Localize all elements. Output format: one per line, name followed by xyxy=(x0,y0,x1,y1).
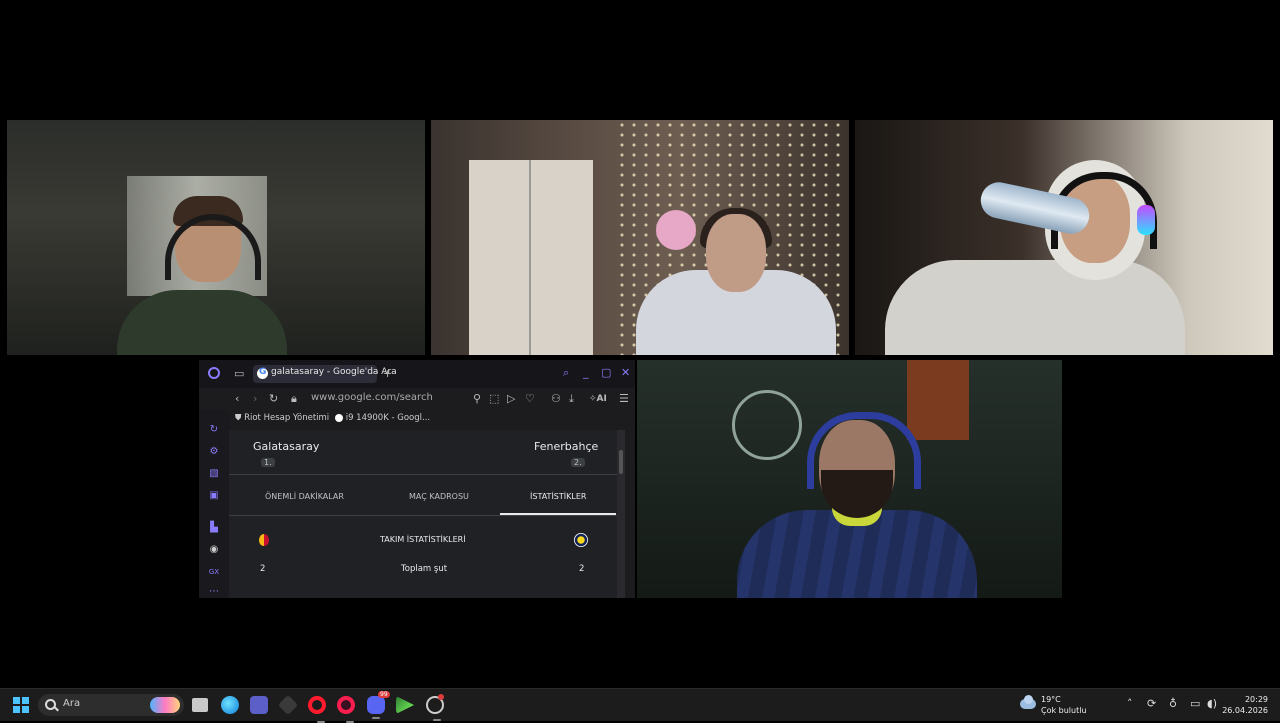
clock-time[interactable]: 20:29 xyxy=(1245,695,1268,704)
participant-video xyxy=(885,160,1185,355)
match-stats-panel: Galatasaray 1. Fenerbahçe 2. ÖNEMLİ DAKİ… xyxy=(229,430,617,598)
tab-menu-icon[interactable]: ▭ xyxy=(234,367,244,381)
video-tile-participant-3[interactable] xyxy=(855,120,1273,355)
back-icon[interactable]: ‹ xyxy=(235,392,239,406)
menu-icon[interactable]: ☰ xyxy=(619,392,629,406)
team-stats-header: TAKIM İSTATİSTİKLERİ xyxy=(380,535,466,544)
away-team-rank: 2. xyxy=(571,458,585,467)
pin-icon[interactable]: ⚲ xyxy=(473,392,481,406)
volume-icon[interactable]: ◖) xyxy=(1207,698,1217,710)
heart-icon[interactable]: ♡ xyxy=(525,392,535,406)
cloud-weather-icon[interactable] xyxy=(1018,695,1038,711)
maximize-icon[interactable]: ▢ xyxy=(601,366,611,380)
messenger-icon[interactable]: ▣ xyxy=(208,490,220,502)
stat-away-value: 2 xyxy=(579,564,585,574)
gx-icon[interactable]: GX xyxy=(208,566,220,578)
workspace-icon[interactable]: ▧ xyxy=(208,468,220,480)
reload-icon[interactable]: ↻ xyxy=(269,392,278,406)
wardrobe xyxy=(469,160,593,355)
tab-google-search[interactable]: galatasaray - Google'da Ara xyxy=(253,365,397,383)
tab-statistics[interactable]: İSTATİSTİKLER xyxy=(530,492,586,501)
home-team-name[interactable]: Galatasaray xyxy=(253,440,319,453)
ai-button[interactable]: ✧AI xyxy=(589,392,607,406)
forward-icon[interactable]: › xyxy=(253,392,257,406)
video-tile-participant-2[interactable] xyxy=(431,120,849,355)
app-gear-icon[interactable] xyxy=(426,694,444,721)
speed-dial-icon[interactable]: ↻ xyxy=(208,424,220,436)
nvidia-icon[interactable] xyxy=(396,696,414,714)
bookmark-i9[interactable]: i9 14900K - Googl... xyxy=(335,413,430,423)
participant-video xyxy=(636,208,836,355)
home-team-rank: 1. xyxy=(261,458,275,467)
camera-feed xyxy=(637,360,1062,598)
clock-date[interactable]: 26.04.2026 xyxy=(1222,706,1268,715)
app-hex-icon[interactable] xyxy=(277,694,299,716)
opera-icon[interactable] xyxy=(308,696,326,723)
discord-icon[interactable]: 99 xyxy=(367,691,390,719)
discord-sidebar-icon[interactable]: ◉ xyxy=(208,544,220,556)
network-icon[interactable]: ▭ xyxy=(1190,698,1200,710)
windows-taskbar: Ara 99 19°C Çok bulutlu ˄ ⟳ ♁ ▭ ◖) 20:29… xyxy=(0,688,1280,723)
edge-icon[interactable] xyxy=(221,696,239,714)
search-highlight-icon xyxy=(150,697,180,713)
camera-feed xyxy=(431,120,849,355)
page-scrollbar[interactable] xyxy=(617,430,625,598)
browser-tab-bar: ▭ galatasaray - Google'da Ara + ⌕ _ ▢ ✕ xyxy=(199,360,635,388)
browser-sidebar: ↻ ⚙ ▧ ▣ ▙ ◉ GX ⋯ xyxy=(199,410,229,598)
participant-video xyxy=(117,196,287,355)
aria-icon[interactable]: ⚙ xyxy=(208,446,220,458)
lock-icon: 🔒︎ xyxy=(291,392,297,405)
address-bar[interactable]: www.google.com/search xyxy=(311,392,433,403)
task-view-icon[interactable] xyxy=(192,698,208,712)
stat-label: Toplam şut xyxy=(401,564,448,574)
video-tile-participant-1[interactable] xyxy=(7,120,425,355)
camera-feed xyxy=(7,120,425,355)
weather-temp[interactable]: 19°C xyxy=(1041,695,1061,704)
opera-gx-icon[interactable] xyxy=(337,696,355,723)
sync-icon[interactable]: ⟳ xyxy=(1147,698,1156,710)
screen-share-browser[interactable]: ▭ galatasaray - Google'da Ara + ⌕ _ ▢ ✕ … xyxy=(199,360,635,598)
twitch-icon[interactable]: ▙ xyxy=(208,522,220,534)
search-tabs-icon[interactable]: ⌕ xyxy=(563,366,569,380)
bookmarks-bar: ⛊ Riot Hesap Yönetimi i9 14900K - Googl.… xyxy=(199,410,635,428)
microphone-icon[interactable]: ♁ xyxy=(1169,698,1177,710)
stat-home-value: 2 xyxy=(260,564,266,574)
close-icon[interactable]: ✕ xyxy=(621,366,630,380)
google-favicon-icon xyxy=(257,367,268,379)
minimize-icon[interactable]: _ xyxy=(583,366,589,380)
tab-lineup[interactable]: MAÇ KADROSU xyxy=(409,492,469,501)
start-button[interactable] xyxy=(13,697,29,713)
new-tab-button[interactable]: + xyxy=(383,367,392,381)
video-tile-participant-4[interactable] xyxy=(637,360,1062,598)
search-icon xyxy=(45,699,56,710)
tab-key-moments[interactable]: ÖNEMLİ DAKİKALAR xyxy=(265,492,344,501)
show-hidden-icons-chevron-icon[interactable]: ˄ xyxy=(1127,698,1133,710)
more-icon[interactable]: ⋯ xyxy=(208,586,220,598)
taskbar-search[interactable]: Ara xyxy=(38,694,184,716)
download-icon[interactable]: ⤓ xyxy=(569,392,574,406)
discord-badge: 99 xyxy=(378,691,390,698)
player-icon[interactable]: ▷ xyxy=(507,392,515,406)
browser-nav-bar: ‹ › ↻ 🔒︎ www.google.com/search ⚲ ⬚ ▷ ♡ ⚇… xyxy=(199,388,635,410)
bookmark-riot[interactable]: ⛊ Riot Hesap Yönetimi xyxy=(235,413,329,423)
teams-icon[interactable] xyxy=(250,696,268,714)
fenerbahce-logo-icon xyxy=(574,533,588,547)
camera-feed xyxy=(855,120,1273,355)
opera-logo-icon[interactable] xyxy=(208,367,220,379)
account-icon[interactable]: ⚇ xyxy=(551,392,561,406)
weather-desc[interactable]: Çok bulutlu xyxy=(1041,706,1087,715)
participant-video xyxy=(737,410,977,598)
away-team-name[interactable]: Fenerbahçe xyxy=(534,440,598,453)
snapshot-icon[interactable]: ⬚ xyxy=(489,392,499,406)
galatasaray-logo-icon xyxy=(259,534,269,546)
